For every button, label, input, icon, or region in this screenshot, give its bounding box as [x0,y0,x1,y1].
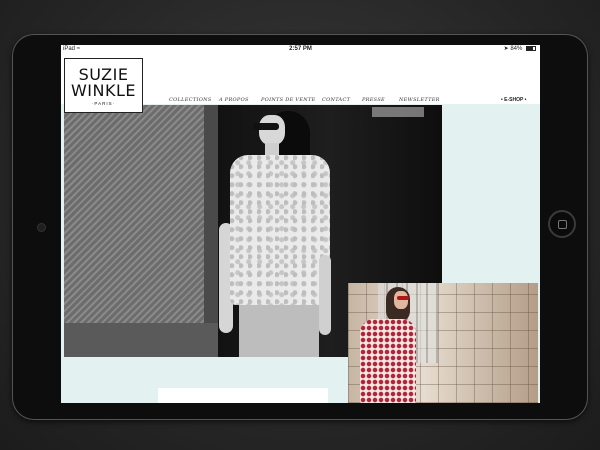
nav-item-newsletter[interactable]: NEWSLETTER [399,97,440,103]
hero-wall-edge [204,105,218,357]
hero-floor [64,323,218,357]
status-bar: iPad ≈ 2:57 PM ➤ 84% [61,45,540,54]
home-button[interactable] [548,210,576,238]
nav-item-contact[interactable]: CONTACT [322,97,350,103]
home-square-icon [558,220,567,229]
status-right: ➤ 84% [504,45,536,54]
nav-item-presse[interactable]: PRESSE [362,97,385,103]
brand-logo[interactable]: SUZIE WINKLE ·PARIS· [64,58,143,113]
location-arrow-icon: ➤ [503,46,509,52]
logo-city: PARIS [94,101,113,106]
model-face [259,115,285,145]
camera-icon [37,223,46,232]
eshop-label: E-SHOP [504,97,524,103]
logo-line-2: WINKLE [70,81,137,100]
content-panel [158,388,328,403]
eshop-bullet-icon: • [501,97,503,103]
card-model-sunglasses [397,296,409,300]
card-model-printed-jacket [360,319,416,403]
eshop-link[interactable]: • E-SHOP • [501,97,526,103]
card-model-face [394,291,408,309]
nav-item-collections[interactable]: COLLECTIONS [169,97,212,103]
hero-sign [372,107,424,117]
model-lace-top [230,155,330,305]
model-sunglasses [253,123,279,130]
nav-item-a-propos[interactable]: A PROPOS [219,97,249,103]
status-time: 2:57 PM [289,46,312,52]
battery-percent: 84% [510,46,523,52]
eshop-bullet-icon: • [524,97,527,103]
logo-line-3: ·PARIS· [91,101,116,106]
battery-icon [526,45,536,51]
hero-wall [64,105,204,357]
nav-item-points-de-vente[interactable]: POINTS DE VENTE [261,97,316,103]
screen: iPad ≈ 2:57 PM ➤ 84% COLLECTIONS A PROPO… [61,45,540,403]
model-arm-right [319,255,331,335]
model-skirt [239,305,319,357]
model-neck [265,143,279,155]
product-image-card[interactable] [348,283,538,403]
